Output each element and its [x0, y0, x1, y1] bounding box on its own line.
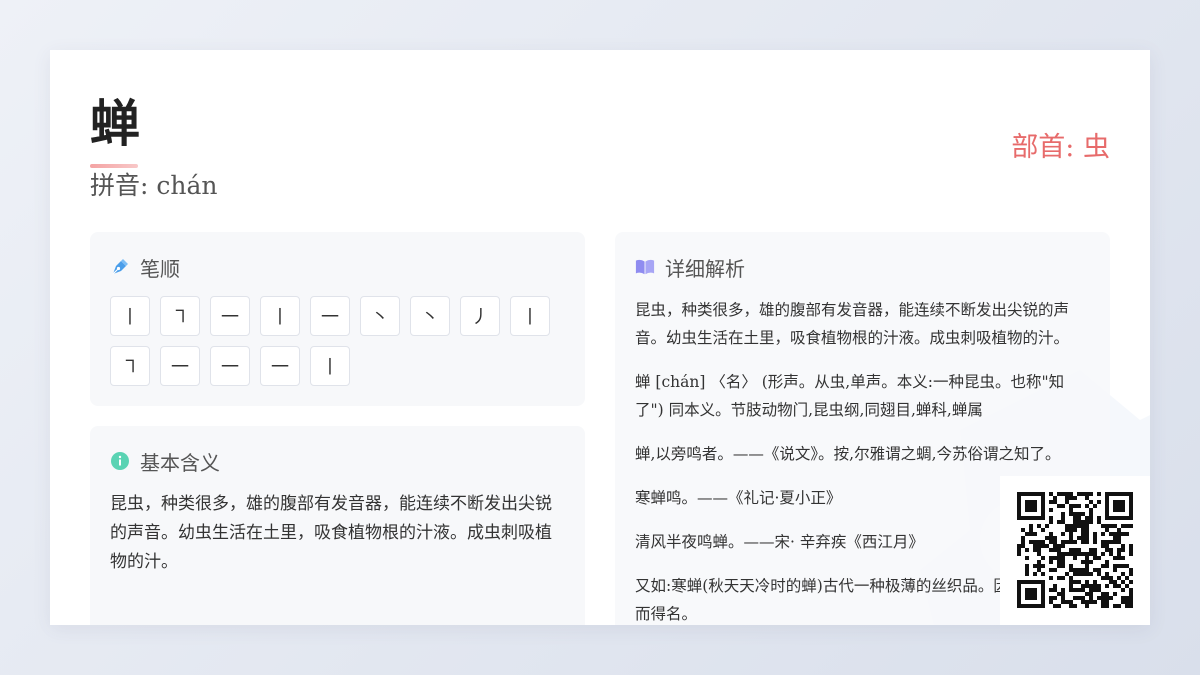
- detail-paragraph: 蝉 [chán] 〈名〉 (形声。从虫,单声。本义:一种昆虫。也称"知了") 同…: [635, 373, 1065, 419]
- stroke-item: ㇕: [110, 346, 150, 386]
- stroke-item: 丨: [260, 296, 300, 336]
- stroke-item: 一: [210, 346, 250, 386]
- character-title: 蝉: [90, 94, 140, 153]
- stroke-list: 丨㇕一丨一丶丶丿丨㇕一一一丨: [110, 296, 570, 386]
- book-icon: [635, 259, 655, 275]
- pen-icon: [112, 259, 128, 275]
- stroke-item: 丨: [510, 296, 550, 336]
- stroke-item: 一: [260, 346, 300, 386]
- basic-meaning-text: 昆虫，种类很多，雄的腹部有发音器，能连续不断发出尖锐的声音。幼虫生活在土里，吸食…: [110, 494, 552, 572]
- title-underline: [90, 164, 138, 168]
- info-icon: [111, 452, 129, 470]
- basic-panel-title: 基本含义: [140, 450, 220, 475]
- stroke-item: 丿: [460, 296, 500, 336]
- stroke-item: 丨: [310, 346, 350, 386]
- stroke-order-panel: 笔顺 丨㇕一丨一丶丶丿丨㇕一一一丨: [90, 232, 585, 406]
- stroke-item: 一: [160, 346, 200, 386]
- radical-label: 部首: 虫: [1011, 132, 1110, 163]
- qr-code[interactable]: [1000, 476, 1150, 625]
- stroke-panel-title: 笔顺: [140, 256, 180, 281]
- stroke-item: 一: [210, 296, 250, 336]
- stroke-item: 丨: [110, 296, 150, 336]
- detail-paragraph: 蝉,以旁鸣者。——《说文》。按,尔雅谓之蜩,今苏俗谓之知了。: [635, 445, 1061, 463]
- stroke-item: 丶: [410, 296, 450, 336]
- basic-meaning-panel: 基本含义 昆虫，种类很多，雄的腹部有发音器，能连续不断发出尖锐的声音。幼虫生活在…: [90, 426, 585, 625]
- stroke-item: ㇕: [160, 296, 200, 336]
- stroke-item: 一: [310, 296, 350, 336]
- pinyin-label: 拼音: chán: [90, 171, 218, 200]
- stroke-item: 丶: [360, 296, 400, 336]
- character-card: 蝉 拼音: chán 部首: 虫 笔顺 丨㇕一丨一丶丶丿丨㇕一一一丨 基本含义 …: [50, 50, 1150, 625]
- detail-panel-title: 详细解析: [665, 256, 745, 281]
- detail-paragraph: 昆虫，种类很多，雄的腹部有发音器，能连续不断发出尖锐的声音。幼虫生活在土里，吸食…: [635, 301, 1070, 347]
